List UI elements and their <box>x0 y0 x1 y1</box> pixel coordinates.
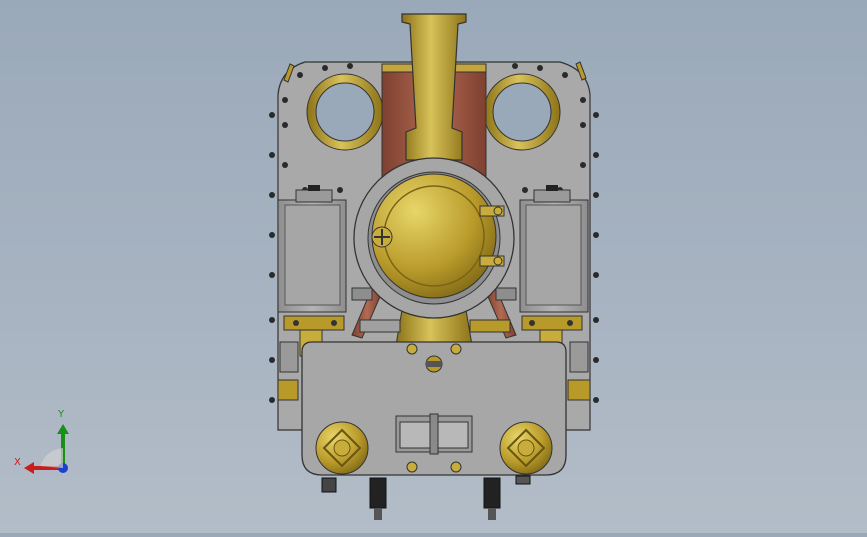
right-buffer[interactable] <box>499 421 553 475</box>
locomotive-model[interactable] <box>0 0 867 533</box>
right-side-tank[interactable] <box>519 185 589 313</box>
right-wheel <box>483 477 501 520</box>
left-wheel <box>369 477 387 520</box>
lower-coupling[interactable] <box>395 413 473 455</box>
axis-x-label: X <box>14 457 21 468</box>
door-handle-icon[interactable] <box>371 226 393 248</box>
left-buffer[interactable] <box>315 421 369 475</box>
axis-triad-icon <box>24 424 69 474</box>
axis-y-label: Y <box>58 409 65 420</box>
coupling-pocket[interactable] <box>425 355 443 373</box>
right-window[interactable] <box>483 73 561 151</box>
3d-viewport[interactable] <box>0 0 867 533</box>
left-side-tank[interactable] <box>277 185 347 313</box>
left-window[interactable] <box>306 73 384 151</box>
axis-triad: Y X <box>10 409 80 480</box>
